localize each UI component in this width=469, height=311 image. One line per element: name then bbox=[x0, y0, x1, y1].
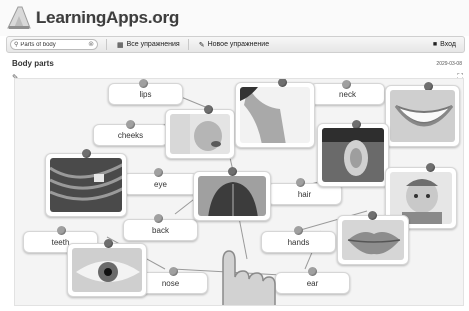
card-pin bbox=[426, 163, 435, 172]
picture-card-hair[interactable] bbox=[45, 149, 127, 217]
card-pin bbox=[228, 167, 237, 176]
login-label: Вход bbox=[440, 41, 456, 48]
page-title: Body parts bbox=[12, 59, 54, 68]
label-lips-text: lips bbox=[139, 89, 152, 99]
grid-icon: ▦ bbox=[117, 41, 124, 49]
pencil-icon: ✎ bbox=[198, 41, 205, 49]
label-cheeks-text: cheeks bbox=[117, 130, 144, 140]
app-title-row: Body parts 2029-03-08 bbox=[12, 59, 462, 71]
card-pin bbox=[154, 168, 163, 177]
eye-photo bbox=[72, 248, 142, 292]
label-hands-text: hands bbox=[287, 237, 310, 247]
label-hair-text: hair bbox=[297, 189, 312, 199]
picture-card-back[interactable] bbox=[193, 167, 271, 221]
toolbar-divider bbox=[106, 39, 107, 50]
label-card-eye[interactable]: eye bbox=[123, 168, 198, 195]
search-icon: ⚲ bbox=[14, 42, 19, 48]
lips-photo bbox=[342, 220, 404, 260]
main-toolbar: ⚲ ⊗ ▦ Все упражнения ✎ Новое упражнение … bbox=[6, 36, 465, 53]
new-exercise-button[interactable]: ✎ Новое упражнение bbox=[199, 41, 269, 49]
card-pin bbox=[204, 105, 213, 114]
nose-photo bbox=[170, 114, 230, 154]
logo-icon[interactable] bbox=[4, 4, 34, 32]
picture-card-eye[interactable] bbox=[67, 239, 147, 297]
card-pin bbox=[104, 239, 113, 248]
ear-photo bbox=[322, 128, 384, 182]
card-pin bbox=[342, 80, 351, 89]
label-card-back[interactable]: back bbox=[123, 214, 198, 241]
label-card-lips[interactable]: lips bbox=[108, 79, 183, 105]
card-pin bbox=[126, 120, 135, 129]
card-pin bbox=[278, 79, 287, 87]
login-button[interactable]: ■ Вход bbox=[433, 41, 456, 48]
label-neck-text: neck bbox=[339, 89, 356, 99]
label-back-text: back bbox=[152, 225, 169, 235]
hair-photo bbox=[50, 158, 122, 212]
back-photo bbox=[198, 176, 266, 216]
label-card-ear[interactable]: ear bbox=[275, 267, 350, 294]
card-pin bbox=[296, 178, 305, 187]
chin-neck-photo bbox=[240, 87, 310, 143]
picture-card-nose[interactable] bbox=[165, 105, 235, 159]
label-eye-text: eye bbox=[154, 179, 167, 189]
card-pin bbox=[169, 267, 178, 276]
card-pin bbox=[82, 149, 91, 158]
card-pin bbox=[308, 267, 317, 276]
label-ear-text: ear bbox=[306, 278, 319, 288]
label-card-cheeks[interactable]: cheeks bbox=[93, 120, 168, 146]
new-exercise-label: Новое упражнение bbox=[207, 41, 270, 48]
label-card-neck[interactable]: neck bbox=[310, 80, 385, 105]
card-pin bbox=[294, 226, 303, 235]
label-nose-text: nose bbox=[161, 278, 180, 288]
site-header: LearningApps.org bbox=[0, 0, 469, 36]
card-pin bbox=[57, 226, 66, 235]
all-exercises-label: Все упражнения bbox=[126, 41, 180, 48]
toolbar-divider bbox=[187, 39, 189, 50]
label-teeth-text: teeth bbox=[51, 237, 70, 247]
clear-search-icon[interactable]: ⊗ bbox=[88, 40, 94, 49]
matching-board: lips cheeks neck eye hair back teeth han… bbox=[14, 78, 464, 306]
all-exercises-button[interactable]: ▦ Все упражнения bbox=[117, 41, 180, 49]
search-box[interactable]: ⚲ ⊗ bbox=[10, 39, 98, 50]
user-icon: ■ bbox=[432, 41, 438, 48]
card-pin bbox=[368, 211, 377, 220]
search-input[interactable] bbox=[20, 41, 85, 48]
picture-card-lips[interactable] bbox=[337, 211, 409, 265]
card-pin bbox=[154, 214, 163, 223]
picture-card-neck[interactable] bbox=[235, 79, 315, 148]
picture-card-ear[interactable] bbox=[317, 120, 389, 187]
smile-teeth-photo bbox=[390, 90, 455, 142]
picture-card-teeth[interactable] bbox=[385, 82, 460, 147]
brand-name[interactable]: LearningApps.org bbox=[36, 8, 179, 28]
page-date: 2029-03-08 bbox=[436, 61, 462, 67]
pointer-hand-icon bbox=[222, 250, 276, 305]
card-pin bbox=[139, 79, 148, 88]
